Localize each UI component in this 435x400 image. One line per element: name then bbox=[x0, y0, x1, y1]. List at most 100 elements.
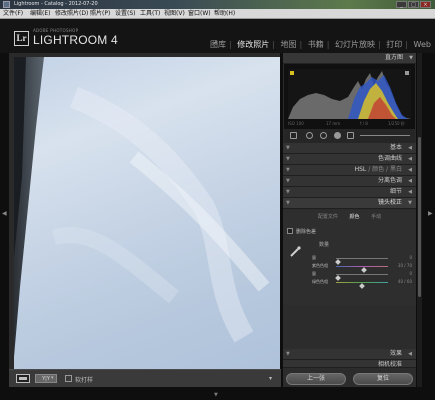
menu-tools[interactable]: 工具(T) bbox=[140, 10, 160, 18]
remove-ca-label: 删除色差 bbox=[296, 229, 317, 235]
left-panel-toggle-icon[interactable]: ◀ bbox=[2, 210, 7, 217]
lightroom-window: Lightroom - Catalog - 2012-07-20 _ □ × 文… bbox=[0, 0, 435, 400]
brand-name: LIGHTROOM 4 bbox=[33, 33, 118, 47]
slider-value: 40 / 60 bbox=[397, 279, 412, 284]
collapse-icon: ▼ bbox=[409, 55, 413, 61]
section-tone-curve[interactable]: ▼ 色调曲线 ◀ bbox=[283, 154, 416, 165]
menu-photo[interactable]: 照片(P) bbox=[90, 10, 110, 18]
expand-icon: ◀ bbox=[408, 178, 412, 184]
previous-button[interactable]: 上一张 bbox=[286, 373, 346, 385]
minimize-button[interactable]: _ bbox=[396, 1, 407, 8]
tab-hsl[interactable]: HSL bbox=[355, 166, 367, 173]
section-lens-corrections[interactable]: ▼ 镜头校正 ▼ bbox=[283, 198, 416, 209]
right-panel: 直方图 ▼ ISO 100 17 mm f / 8 1/250 秒 ▼ 基本 ◀… bbox=[283, 53, 416, 387]
module-book[interactable]: 书籍 bbox=[308, 39, 324, 51]
maximize-button[interactable]: □ bbox=[408, 1, 419, 8]
slider-knob[interactable] bbox=[359, 283, 365, 289]
section-detail[interactable]: ▼ 细节 ◀ bbox=[283, 187, 416, 198]
expand-icon: ◀ bbox=[408, 189, 412, 195]
module-map[interactable]: 地图 bbox=[281, 39, 297, 51]
menu-file[interactable]: 文件(F) bbox=[3, 10, 23, 18]
amount-label: 数量 bbox=[319, 242, 330, 248]
close-button[interactable]: × bbox=[420, 1, 431, 8]
exif-iso: ISO 100 bbox=[288, 121, 304, 126]
bottom-toolbar: Y|Y ▾ 软打样 ▾ bbox=[9, 369, 281, 387]
collapse-bottom-icon[interactable]: ▼ bbox=[214, 392, 218, 398]
section-hsl[interactable]: ▼ HSL / 颜色 / 黑白 ◀ bbox=[283, 165, 416, 176]
reset-button[interactable]: 复位 bbox=[353, 373, 413, 385]
photo-preview[interactable] bbox=[14, 57, 280, 369]
soft-proof-label: 软打样 bbox=[75, 377, 94, 384]
expand-left-icon: ▼ bbox=[286, 178, 290, 184]
slider-row: 绿色色相 40 / 60 bbox=[299, 278, 412, 289]
expand-left-icon: ▼ bbox=[286, 351, 290, 357]
chevron-down-icon[interactable]: ▾ bbox=[51, 375, 54, 381]
tool-slider[interactable] bbox=[360, 135, 410, 136]
exif-focal: 17 mm bbox=[326, 121, 341, 126]
histogram-title: 直方图 bbox=[384, 54, 403, 61]
lens-subtabs: 配置文件 颜色 手动 bbox=[283, 213, 416, 222]
lightroom-header: ▲ Lr ADOBE PHOTOSHOP LIGHTROOM 4 图库 | 修改照… bbox=[0, 19, 435, 53]
histogram-header[interactable]: 直方图 ▼ bbox=[283, 53, 416, 64]
expand-icon: ◀ bbox=[408, 167, 412, 173]
menu-window[interactable]: 窗口(W) bbox=[188, 10, 211, 18]
lens-corrections-body: 配置文件 颜色 手动 删除色差 数量 量 0 紫色色相 30 / 70 量 0 … bbox=[283, 210, 416, 305]
window-titlebar: Lightroom - Catalog - 2012-07-20 _ □ × bbox=[0, 0, 435, 9]
menu-help[interactable]: 帮助(H) bbox=[214, 10, 235, 18]
graduated-filter-icon[interactable] bbox=[334, 132, 341, 139]
red-eye-tool-icon[interactable] bbox=[320, 132, 327, 139]
module-print[interactable]: 打印 bbox=[386, 39, 402, 51]
slider-row: 紫色色相 30 / 70 bbox=[299, 262, 412, 273]
expand-icon: ◀ bbox=[408, 156, 412, 162]
module-develop[interactable]: 修改照片 bbox=[237, 39, 269, 51]
adjustment-brush-icon[interactable] bbox=[347, 132, 354, 139]
section-effects[interactable]: ▼ 效果 ◀ bbox=[283, 349, 416, 360]
app-icon bbox=[3, 1, 10, 8]
module-library[interactable]: 图库 bbox=[210, 39, 226, 51]
toolbar-menu-icon[interactable]: ▾ bbox=[269, 375, 272, 382]
section-camera-calibration[interactable]: 相机校准 bbox=[283, 360, 416, 368]
module-web[interactable]: Web bbox=[414, 39, 431, 51]
crop-tool-icon[interactable] bbox=[290, 132, 297, 139]
tab-color[interactable]: 颜色 bbox=[372, 166, 384, 173]
menu-view[interactable]: 视图(V) bbox=[164, 10, 185, 18]
expand-left-icon: ▼ bbox=[286, 200, 290, 206]
histogram: ISO 100 17 mm f / 8 1/250 秒 bbox=[284, 64, 415, 129]
window-title: Lightroom - Catalog - 2012-07-20 bbox=[14, 1, 98, 7]
soft-proof-checkbox[interactable] bbox=[65, 375, 72, 382]
slider-label: 量 bbox=[312, 271, 316, 276]
section-basic[interactable]: ▼ 基本 ◀ bbox=[283, 143, 416, 154]
section-split-toning[interactable]: ▼ 分离色调 ◀ bbox=[283, 176, 416, 187]
slider-label: 绿色色相 bbox=[312, 279, 328, 284]
slider-track[interactable] bbox=[336, 282, 388, 289]
module-slideshow[interactable]: 幻灯片放映 bbox=[335, 39, 375, 51]
collapse-icon: ▼ bbox=[408, 200, 412, 206]
right-panel-toggle-icon[interactable]: ▶ bbox=[428, 210, 433, 217]
slider-label: 紫色色相 bbox=[312, 263, 328, 268]
expand-left-icon: ▼ bbox=[286, 145, 290, 151]
tab-profile[interactable]: 配置文件 bbox=[318, 213, 338, 222]
image-viewer bbox=[9, 53, 280, 369]
tab-manual[interactable]: 手动 bbox=[371, 213, 381, 222]
slider-value: 0 bbox=[409, 271, 412, 276]
remove-ca-checkbox[interactable] bbox=[287, 228, 293, 234]
exif-aperture: f / 8 bbox=[360, 121, 368, 126]
slider-value: 0 bbox=[409, 255, 412, 260]
slider-row: 量 0 bbox=[299, 270, 412, 281]
slider-track[interactable] bbox=[336, 266, 388, 273]
panel-scrollbar[interactable] bbox=[417, 53, 422, 387]
tool-strip bbox=[284, 129, 415, 143]
spot-removal-tool-icon[interactable] bbox=[306, 132, 313, 139]
slider-row: 量 0 bbox=[299, 254, 412, 265]
scroll-thumb[interactable] bbox=[418, 137, 421, 297]
menu-edit[interactable]: 编辑(E) bbox=[30, 10, 50, 18]
expand-left-icon: ▼ bbox=[286, 167, 290, 173]
expand-left-icon: ▼ bbox=[286, 189, 290, 195]
loupe-view-button[interactable] bbox=[16, 374, 30, 383]
menu-settings[interactable]: 设置(S) bbox=[115, 10, 136, 18]
menu-develop[interactable]: 修改照片(D) bbox=[55, 10, 88, 18]
tab-lens-color[interactable]: 颜色 bbox=[349, 213, 359, 222]
slider-track[interactable] bbox=[335, 258, 388, 265]
slider-track[interactable] bbox=[335, 274, 388, 281]
tab-bw[interactable]: 黑白 bbox=[390, 166, 402, 173]
